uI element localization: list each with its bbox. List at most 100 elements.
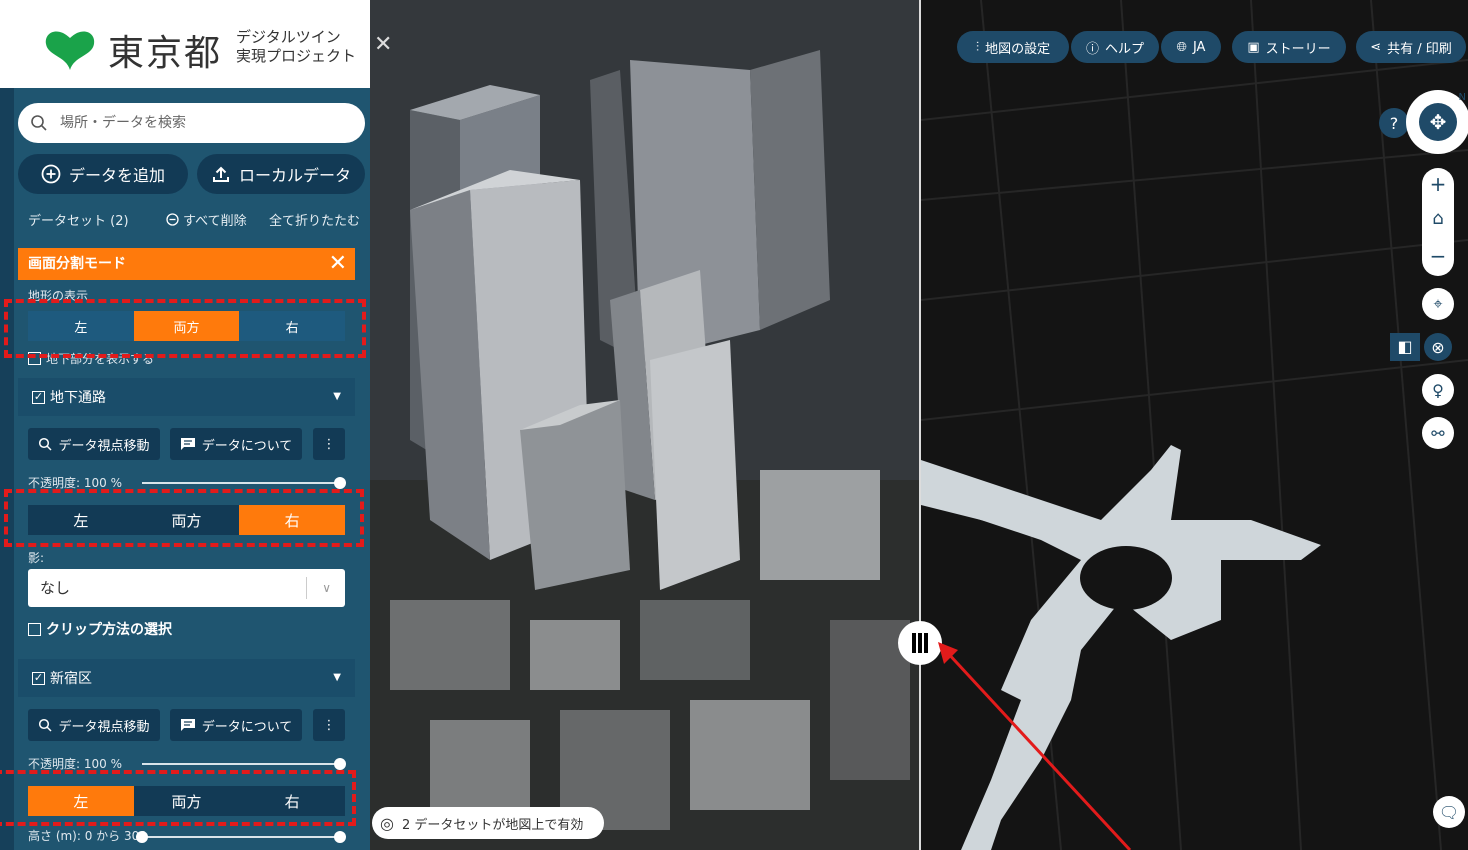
side-panel: 東京都 デジタルツイン 実現プロジェクト データを追加 ローカルデータ データセ…	[0, 0, 370, 850]
checkbox-checked[interactable]: ✓	[32, 390, 45, 404]
opacity-slider-handle[interactable]	[334, 477, 346, 489]
shadow-label: 影:	[28, 551, 45, 565]
help-button[interactable]: ⓘ ヘルプ	[1071, 31, 1159, 63]
language-button[interactable]: 🌐︎ JA	[1161, 31, 1221, 63]
measure-tool-button[interactable]: ⚯	[1422, 417, 1454, 449]
map-left-view[interactable]	[370, 0, 920, 850]
height-slider-min-handle[interactable]	[136, 831, 148, 843]
close-icon[interactable]: ✕	[329, 248, 347, 280]
opacity-slider-track[interactable]	[142, 763, 342, 765]
layer-name: 新宿区	[50, 671, 92, 687]
person-icon: ♀	[1432, 380, 1444, 400]
story-button[interactable]: ▣ ストーリー	[1232, 31, 1346, 63]
chevron-down-icon[interactable]: ▼	[333, 672, 341, 683]
local-data-label: ローカルデータ	[238, 166, 351, 185]
about-data-button[interactable]: データについて	[170, 428, 302, 460]
close-split-icon[interactable]: ⊗	[1424, 333, 1452, 361]
search-input[interactable]	[58, 111, 348, 135]
remove-all-label: すべて削除	[183, 214, 247, 229]
divider	[306, 577, 307, 599]
more-options-icon[interactable]: ⋮	[313, 428, 345, 460]
height-label: 高さ (m): 0 から 300	[28, 829, 147, 843]
globe-icon: 🌐︎	[1176, 39, 1187, 55]
pedestrian-mode-button[interactable]: ♀	[1422, 374, 1454, 406]
map-settings-button[interactable]: ⫶ 地図の設定	[957, 31, 1069, 63]
split-divider[interactable]	[919, 0, 921, 850]
checkbox-checked[interactable]: ✓	[32, 671, 45, 685]
about-data-label: データについて	[201, 438, 293, 454]
more-options-icon[interactable]: ⋮	[313, 709, 345, 741]
layer-header-underground-passage[interactable]: ✓ 地下通路 ▼	[18, 378, 355, 416]
clip-method-label: クリップ方法の選択	[46, 622, 172, 638]
local-data-button[interactable]: ローカルデータ	[197, 154, 365, 194]
split-mode-header: 画面分割モード ✕	[18, 248, 355, 280]
status-text: 2 データセットが地図上で有効	[401, 817, 584, 833]
collapse-all-label: 全て折りたたむ	[269, 214, 361, 229]
split-view-icon[interactable]: ◧	[1390, 333, 1420, 361]
close-icon[interactable]: ✕	[374, 34, 396, 56]
language-label: JA	[1192, 39, 1206, 55]
chevron-down-icon: ∨	[322, 581, 331, 595]
remove-all-button[interactable]: すべて削除	[166, 210, 247, 229]
active-datasets-status[interactable]: ◎ 2 データセットが地図上で有効	[372, 807, 604, 839]
upload-icon	[212, 166, 229, 182]
search-icon	[39, 718, 53, 732]
height-slider-track[interactable]	[142, 836, 342, 838]
height-slider-max-handle[interactable]	[334, 831, 346, 843]
clip-method-toggle[interactable]: クリップ方法の選択	[28, 619, 172, 639]
logo-subtitle-line1: デジタルツイン	[236, 28, 341, 46]
view-data-button[interactable]: データ視点移動	[28, 428, 160, 460]
search-box[interactable]	[18, 103, 365, 143]
checkbox[interactable]	[28, 622, 41, 636]
highlight-box	[4, 489, 364, 547]
sliders-icon: ⫶	[975, 39, 980, 55]
share-print-button[interactable]: ⋖ 共有 / 印刷	[1356, 31, 1466, 63]
story-icon: ▣	[1247, 39, 1260, 55]
help-glyph: ?	[1389, 113, 1399, 133]
map-settings-label: 地図の設定	[985, 41, 1051, 57]
logo-title: 東京都	[108, 33, 223, 74]
layers-icon: ◎	[380, 813, 394, 833]
ruler-icon: ⚯	[1431, 423, 1445, 443]
compass[interactable]: ✥ N	[1406, 90, 1468, 154]
feedback-button[interactable]: 🗨︎	[1433, 796, 1465, 828]
highlight-box	[4, 299, 366, 358]
drag-bars-icon	[912, 633, 928, 653]
collapse-all-button[interactable]: 全て折りたたむ	[269, 210, 360, 229]
opacity-slider-track[interactable]	[142, 482, 342, 484]
shadow-select[interactable]: なし ∨	[28, 569, 345, 607]
minus-circle-icon	[166, 213, 179, 226]
zoom-in-icon[interactable]: +	[1422, 172, 1454, 196]
zoom-control: + ⌂ −	[1422, 168, 1454, 276]
help-label: ヘルプ	[1105, 41, 1145, 57]
chat-icon: 🗨︎	[1438, 802, 1460, 822]
logo-subtitle: デジタルツイン 実現プロジェクト	[236, 28, 356, 66]
locate-me-button[interactable]: ⌖	[1422, 288, 1454, 320]
chevron-down-icon[interactable]: ▼	[333, 391, 341, 402]
add-data-label: データを追加	[68, 166, 165, 185]
share-icon: ⋖	[1370, 39, 1382, 55]
add-data-button[interactable]: データを追加	[18, 154, 188, 194]
about-data-button[interactable]: データについて	[170, 709, 302, 741]
opacity-slider-handle[interactable]	[334, 758, 346, 770]
compass-north-label: N	[1458, 92, 1466, 103]
dataset-count-label: データセット (2)	[28, 214, 129, 229]
logo-subtitle-line2: 実現プロジェクト	[236, 47, 357, 65]
comment-icon	[180, 719, 195, 731]
view-data-button[interactable]: データ視点移動	[28, 709, 160, 741]
question-circle-icon: ⓘ	[1085, 41, 1099, 57]
logo-bar: 東京都 デジタルツイン 実現プロジェクト	[0, 0, 370, 88]
zoom-out-icon[interactable]: −	[1422, 244, 1454, 268]
story-label: ストーリー	[1265, 41, 1331, 57]
annotation-arrow	[938, 642, 1132, 850]
home-icon[interactable]: ⌂	[1422, 208, 1454, 229]
pan-arrows-icon[interactable]: ✥	[1419, 103, 1457, 141]
layer-header-shinjuku[interactable]: ✓ 新宿区 ▼	[18, 659, 355, 697]
city-buildings-scene	[370, 0, 920, 850]
help-question-button[interactable]: ?	[1379, 108, 1409, 138]
view-data-label: データ視点移動	[58, 438, 150, 454]
split-mode-title: 画面分割モード	[28, 256, 126, 272]
search-icon	[31, 115, 47, 131]
layer-name: 地下通路	[50, 390, 106, 406]
shadow-value: なし	[40, 579, 71, 597]
